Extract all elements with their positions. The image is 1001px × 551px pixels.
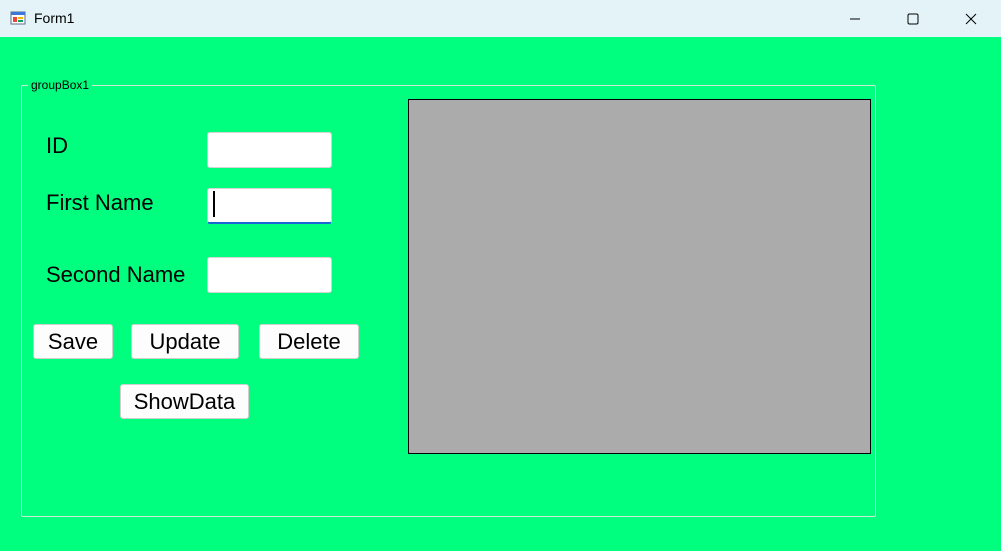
id-label: ID bbox=[46, 133, 68, 158]
second-name-label: Second Name bbox=[46, 262, 186, 287]
delete-button[interactable]: Delete bbox=[259, 324, 359, 359]
text-caret bbox=[213, 191, 215, 217]
first-name-input[interactable] bbox=[207, 188, 332, 224]
first-name-label: First Name bbox=[46, 190, 154, 215]
show-data-button[interactable]: ShowData bbox=[120, 384, 249, 419]
close-button[interactable] bbox=[948, 0, 994, 37]
second-name-input[interactable] bbox=[207, 257, 332, 293]
close-icon bbox=[965, 13, 977, 24]
maximize-icon bbox=[907, 13, 919, 24]
form-client-area: groupBox1 ID First Name Second Name Save… bbox=[0, 37, 1001, 551]
app-icon[interactable] bbox=[10, 10, 26, 26]
title-bar: Form1 bbox=[0, 0, 1001, 37]
id-input[interactable] bbox=[207, 132, 332, 168]
minimize-icon bbox=[850, 18, 860, 19]
groupbox-caption: groupBox1 bbox=[28, 78, 93, 92]
window-title: Form1 bbox=[34, 10, 75, 26]
data-grid-view[interactable] bbox=[408, 99, 871, 454]
minimize-button[interactable] bbox=[832, 0, 878, 37]
update-button[interactable]: Update bbox=[131, 324, 239, 359]
maximize-button[interactable] bbox=[890, 0, 936, 37]
save-button[interactable]: Save bbox=[33, 324, 113, 359]
